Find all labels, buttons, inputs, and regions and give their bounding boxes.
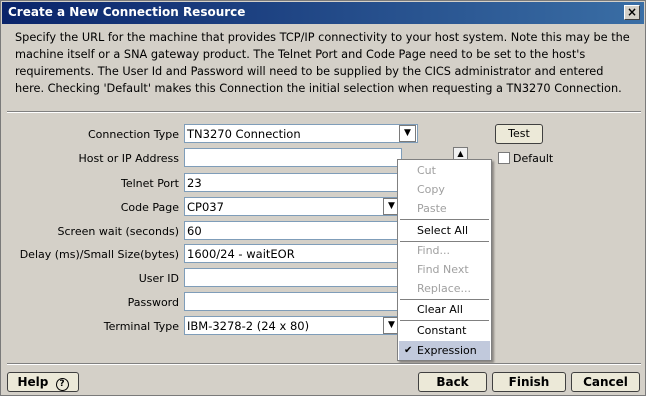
code-page-label: Code Page: [120, 201, 179, 214]
default-checkbox-label: Default: [513, 152, 554, 165]
delay-input[interactable]: 1600/24 - waitEOR: [184, 244, 400, 263]
connection-type-select[interactable]: TN3270 Connection: [184, 124, 418, 143]
menu-item-expression-label: Expression: [417, 344, 477, 357]
screen-wait-label: Screen wait (seconds): [57, 225, 179, 238]
menu-item-cut[interactable]: Cut: [399, 161, 490, 180]
menu-item-replace[interactable]: Replace...: [399, 279, 490, 298]
delay-label: Delay (ms)/Small Size(bytes): [19, 248, 179, 261]
test-button[interactable]: Test: [495, 124, 543, 144]
terminal-type-label: Terminal Type: [103, 320, 179, 333]
host-label: Host or IP Address: [78, 152, 179, 165]
terminal-type-select[interactable]: IBM-3278-2 (24 x 80): [184, 316, 400, 335]
help-button-label: Help: [17, 375, 49, 389]
menu-item-find[interactable]: Find...: [399, 241, 490, 260]
password-input[interactable]: [184, 292, 400, 311]
menu-item-select-all[interactable]: Select All: [399, 221, 490, 240]
context-menu: Cut Copy Paste Select All Find... Find N…: [397, 159, 492, 361]
chevron-down-icon[interactable]: ▼: [399, 125, 416, 142]
window-title: Create a New Connection Resource: [8, 5, 246, 19]
menu-item-copy[interactable]: Copy: [399, 180, 490, 199]
back-button[interactable]: Back: [418, 372, 487, 392]
telnet-port-label: Telnet Port: [120, 177, 179, 190]
connection-type-label: Connection Type: [87, 128, 179, 141]
password-label: Password: [127, 296, 179, 309]
close-icon[interactable]: ×: [624, 5, 640, 20]
menu-item-find-next[interactable]: Find Next: [399, 260, 490, 279]
user-id-label: User ID: [138, 272, 179, 285]
menu-item-constant[interactable]: Constant: [399, 321, 490, 340]
help-button[interactable]: Help ?: [7, 372, 79, 392]
telnet-port-input[interactable]: 23: [184, 173, 400, 192]
question-icon: ?: [55, 378, 69, 391]
divider: [7, 111, 641, 113]
code-page-select[interactable]: CP037: [184, 197, 400, 216]
menu-item-clear-all[interactable]: Clear All: [399, 300, 490, 319]
checkmark-icon: ✔: [404, 345, 413, 356]
user-id-input[interactable]: [184, 268, 400, 287]
menu-item-expression[interactable]: ✔ Expression: [399, 341, 490, 360]
menu-item-paste[interactable]: Paste: [399, 199, 490, 218]
description-text: Specify the URL for the machine that pro…: [15, 31, 630, 95]
menu-separator: [400, 219, 489, 220]
default-checkbox[interactable]: [498, 152, 510, 164]
finish-button[interactable]: Finish: [492, 372, 566, 392]
divider: [7, 363, 641, 365]
title-bar: Create a New Connection Resource ×: [2, 2, 644, 24]
host-input[interactable]: [184, 148, 402, 167]
dialog-window: Create a New Connection Resource × Speci…: [0, 0, 646, 396]
screen-wait-input[interactable]: 60: [184, 221, 400, 240]
cancel-button[interactable]: Cancel: [571, 372, 640, 392]
